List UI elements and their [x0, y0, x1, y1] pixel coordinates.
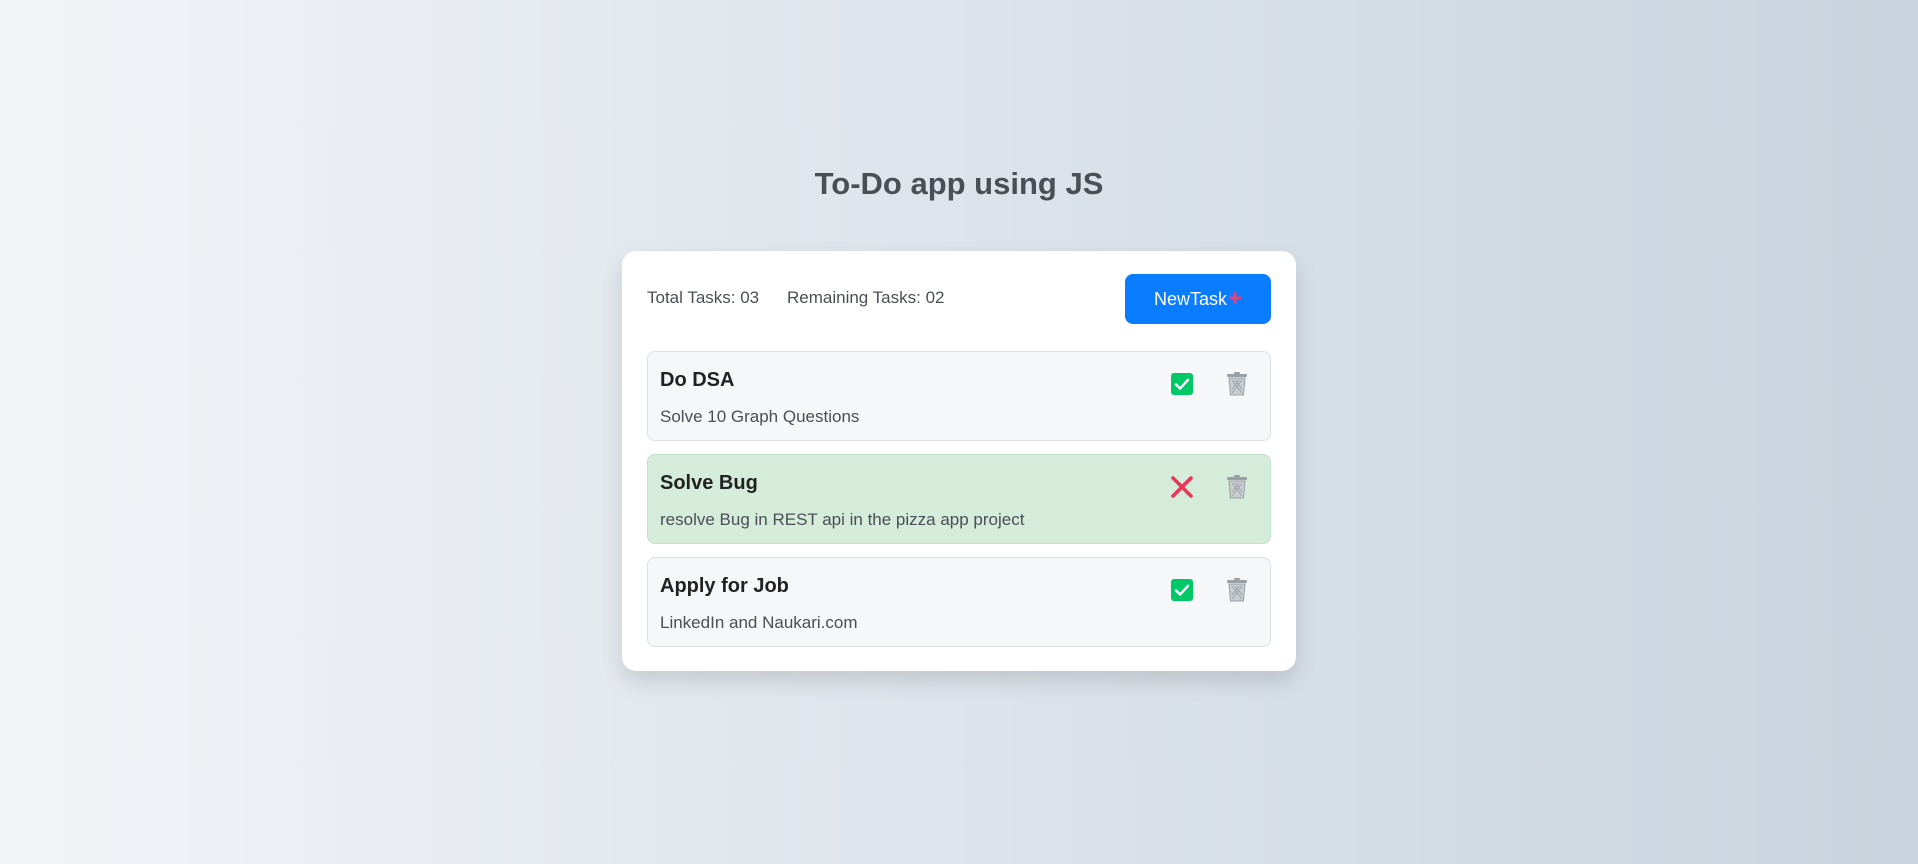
delete-task-button[interactable] — [1222, 369, 1252, 399]
trash-icon — [1227, 372, 1247, 396]
task-title: Solve Bug — [660, 472, 758, 494]
task-description: LinkedIn and Naukari.com — [660, 613, 858, 632]
trash-icon — [1227, 475, 1247, 499]
close-icon — [1171, 476, 1193, 498]
stats-bar: Total Tasks: 03 Remaining Tasks: 02 NewT… — [647, 274, 1271, 324]
task-item: Do DSA Solve 10 Graph Questions — [647, 351, 1271, 441]
new-task-label: NewTask — [1153, 288, 1227, 309]
delete-task-button[interactable] — [1222, 575, 1252, 605]
mark-complete-button[interactable] — [1167, 369, 1197, 399]
new-task-button[interactable]: NewTask + — [1125, 274, 1271, 324]
task-item: Apply for Job LinkedIn and Naukari.com — [647, 557, 1271, 647]
remaining-tasks-count: Remaining Tasks: 02 — [787, 288, 945, 307]
task-title: Do DSA — [660, 369, 735, 391]
total-tasks-count: Total Tasks: 03 — [647, 288, 760, 307]
delete-task-button[interactable] — [1222, 472, 1252, 502]
mark-complete-button[interactable] — [1167, 575, 1197, 605]
task-description: resolve Bug in REST api in the pizza app… — [660, 510, 1025, 529]
todo-card: Total Tasks: 03 Remaining Tasks: 02 NewT… — [622, 251, 1296, 671]
page-title: To-Do app using JS — [814, 166, 1104, 201]
mark-incomplete-button[interactable] — [1167, 472, 1197, 502]
task-item: Solve Bug resolve Bug in REST api in the… — [647, 454, 1271, 544]
checkbox-checked-icon — [1171, 373, 1193, 395]
task-title: Apply for Job — [660, 575, 789, 597]
plus-icon: + — [1228, 285, 1243, 312]
checkbox-checked-icon — [1171, 579, 1193, 601]
task-description: Solve 10 Graph Questions — [660, 407, 860, 426]
trash-icon — [1227, 578, 1247, 602]
